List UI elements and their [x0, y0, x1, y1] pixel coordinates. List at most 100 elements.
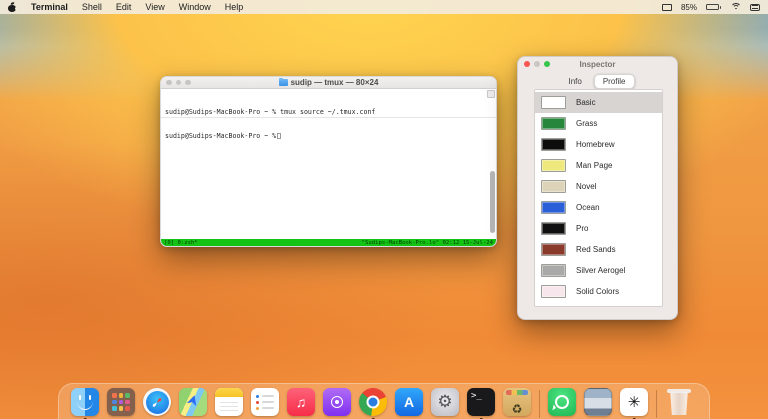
tmux-status-right: "Sudips-MacBook-Pro.lo" 02:12 15-Jul-24: [362, 240, 493, 246]
profile-row-pro[interactable]: Pro: [535, 218, 662, 239]
dock-item-launchpad[interactable]: [107, 388, 135, 416]
profile-name: Pro: [576, 224, 588, 233]
folder-proxy-icon: [279, 79, 288, 86]
menu-help[interactable]: Help: [225, 2, 244, 12]
profile-row-basic[interactable]: Basic: [535, 92, 662, 113]
dock-item-maps[interactable]: [179, 388, 207, 416]
dock-item-notes[interactable]: [215, 388, 243, 416]
dock-item-whatsapp[interactable]: [548, 388, 576, 416]
profile-name: Grass: [576, 119, 597, 128]
dock: ♫ A ⚙ >_ ♻ ✳: [58, 383, 710, 419]
profile-name: Silver Aerogel: [576, 266, 625, 275]
profile-swatch: [541, 222, 566, 235]
divider: [161, 117, 496, 118]
whatsapp-icon: [548, 388, 576, 416]
dock-item-chrome[interactable]: [359, 388, 387, 416]
trash-icon: [667, 388, 691, 416]
dock-divider: [539, 390, 540, 418]
profile-name: Novel: [576, 182, 596, 191]
preview-window-icon: [584, 388, 612, 416]
close-button[interactable]: [524, 61, 530, 67]
maps-icon: [179, 388, 207, 416]
terminal-prompt-line: sudip@Sudips-MacBook-Pro ~ %: [165, 132, 492, 140]
dock-item-podcasts[interactable]: [323, 388, 351, 416]
profile-swatch: [541, 117, 566, 130]
dock-item-preview-window[interactable]: [584, 388, 612, 416]
dock-item-trash[interactable]: [665, 388, 693, 416]
music-icon: ♫: [287, 388, 315, 416]
dock-item-music[interactable]: ♫: [287, 388, 315, 416]
tab-profile[interactable]: Profile: [594, 74, 635, 89]
desktop-wallpaper: Terminal Shell Edit View Window Help 85%: [0, 0, 768, 419]
menu-edit[interactable]: Edit: [116, 2, 132, 12]
battery-icon[interactable]: [706, 4, 721, 10]
chrome-icon: [359, 388, 387, 416]
profile-row-silver-aerogel[interactable]: Silver Aerogel: [535, 260, 662, 281]
tmux-status-left: [0] 0:zsh*: [164, 240, 198, 246]
profile-row-solid-colors[interactable]: Solid Colors: [535, 281, 662, 302]
dock-item-system-settings[interactable]: ⚙: [431, 388, 459, 416]
profile-swatch: [541, 243, 566, 256]
profile-swatch: [541, 180, 566, 193]
terminal-line: sudip@Sudips-MacBook-Pro ~ % tmux source…: [165, 108, 492, 116]
profile-name: Solid Colors: [576, 287, 619, 296]
terminal-cursor: [277, 133, 281, 140]
menu-view[interactable]: View: [145, 2, 164, 12]
menu-bar: Terminal Shell Edit View Window Help 85%: [0, 0, 768, 14]
tab-info[interactable]: Info: [560, 75, 589, 88]
control-center-icon[interactable]: [750, 4, 760, 11]
menu-window[interactable]: Window: [179, 2, 211, 12]
dock-divider: [656, 390, 657, 418]
safari-icon: [143, 388, 171, 416]
dock-item-recycle-folder[interactable]: ♻: [503, 388, 531, 416]
profile-swatch: [541, 201, 566, 214]
dock-item-chatgpt[interactable]: ✳: [620, 388, 648, 416]
finder-icon: [71, 388, 99, 416]
inspector-window[interactable]: Inspector Info Profile Basic Grass Homeb…: [517, 56, 678, 320]
zoom-button[interactable]: [544, 61, 550, 67]
dock-item-safari[interactable]: [143, 388, 171, 416]
minimize-button[interactable]: [534, 61, 540, 67]
profile-swatch: [541, 264, 566, 277]
profile-swatch: [541, 285, 566, 298]
wifi-icon[interactable]: [730, 3, 741, 11]
profile-name: Man Page: [576, 161, 612, 170]
profile-list: Basic Grass Homebrew Man Page Novel Ocea…: [534, 89, 663, 307]
dock-item-reminders[interactable]: [251, 388, 279, 416]
display-icon[interactable]: [662, 4, 672, 11]
scrollbar-widget[interactable]: [487, 90, 495, 98]
profile-row-novel[interactable]: Novel: [535, 176, 662, 197]
profile-name: Red Sands: [576, 245, 616, 254]
chatgpt-icon: ✳: [620, 388, 648, 416]
profile-name: Ocean: [576, 203, 600, 212]
dock-item-finder[interactable]: [71, 388, 99, 416]
menu-shell[interactable]: Shell: [82, 2, 102, 12]
profile-swatch: [541, 96, 566, 109]
profile-swatch: [541, 159, 566, 172]
profile-row-red-sands[interactable]: Red Sands: [535, 239, 662, 260]
profile-swatch: [541, 138, 566, 151]
system-settings-icon: ⚙: [431, 388, 459, 416]
inspector-tabbar: Info Profile: [518, 74, 677, 89]
menu-terminal[interactable]: Terminal: [31, 2, 68, 12]
terminal-app-icon: >_: [467, 388, 495, 416]
notes-icon: [215, 388, 243, 416]
profile-name: Homebrew: [576, 140, 615, 149]
terminal-window[interactable]: sudip — tmux — 80×24 sudip@Sudips-MacBoo…: [160, 76, 497, 247]
profile-row-grass[interactable]: Grass: [535, 113, 662, 134]
podcasts-icon: [323, 388, 351, 416]
terminal-titlebar[interactable]: sudip — tmux — 80×24: [161, 77, 496, 89]
profile-row-ocean[interactable]: Ocean: [535, 197, 662, 218]
reminders-icon: [251, 388, 279, 416]
launchpad-icon: [107, 388, 135, 416]
profile-row-homebrew[interactable]: Homebrew: [535, 134, 662, 155]
inspector-titlebar[interactable]: Inspector: [518, 57, 677, 71]
dock-item-terminal[interactable]: >_: [467, 388, 495, 416]
scrollbar-thumb[interactable]: [490, 171, 495, 233]
dock-item-app-store[interactable]: A: [395, 388, 423, 416]
recycle-folder-icon: ♻: [503, 388, 531, 416]
apple-menu-icon[interactable]: [8, 2, 17, 12]
terminal-content[interactable]: sudip@Sudips-MacBook-Pro ~ % tmux source…: [161, 89, 496, 235]
app-store-icon: A: [395, 388, 423, 416]
profile-row-man-page[interactable]: Man Page: [535, 155, 662, 176]
